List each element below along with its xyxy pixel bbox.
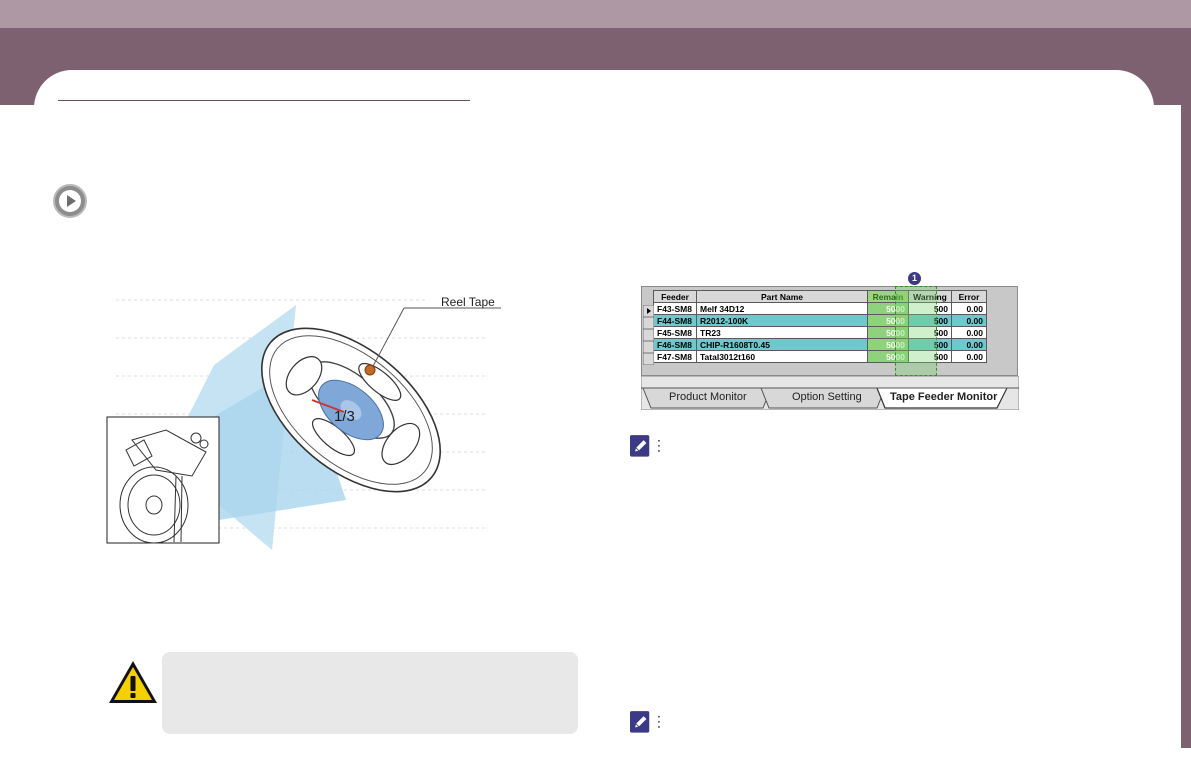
warning-box — [162, 652, 578, 734]
cell-error: 0.00 — [951, 314, 987, 327]
col-error[interactable]: Error — [951, 290, 987, 303]
warning-icon — [109, 661, 157, 703]
cell-part: Melf 34D12 — [696, 302, 868, 315]
side-strip — [1181, 105, 1191, 748]
col-part-name[interactable]: Part Name — [696, 290, 868, 303]
cell-part: TR23 — [696, 326, 868, 339]
col-feeder[interactable]: Feeder — [653, 290, 697, 303]
cell-feeder: F44-SM8 — [653, 314, 697, 327]
cell-feeder: F43-SM8 — [653, 302, 697, 315]
play-icon[interactable] — [52, 183, 88, 219]
tab-tape-feeder-monitor[interactable]: Tape Feeder Monitor — [890, 391, 997, 403]
tape-feeder-grid: Feeder Part Name Remain Warning Error F4… — [641, 286, 1018, 376]
remain-highlight-box — [895, 286, 937, 376]
fraction-label: 1/3 — [334, 408, 355, 425]
note-icon — [630, 711, 660, 733]
cell-error: 0.00 — [951, 326, 987, 339]
tab-option-setting[interactable]: Option Setting — [792, 391, 862, 403]
cell-error: 0.00 — [951, 302, 987, 315]
header-band-top — [0, 0, 1191, 28]
note-icon — [630, 435, 660, 457]
cell-part: R2012-100K — [696, 314, 868, 327]
cell-error: 0.00 — [951, 338, 987, 351]
cell-error: 0.00 — [951, 350, 987, 363]
row-selector-column — [643, 305, 654, 365]
cell-feeder: F47-SM8 — [653, 350, 697, 363]
cell-part: CHIP-R1608T0.45 — [696, 338, 868, 351]
cell-feeder: F46-SM8 — [653, 338, 697, 351]
tab-product-monitor[interactable]: Product Monitor — [669, 391, 747, 403]
reel-tape-illustration — [106, 299, 501, 550]
reel-tape-label: Reel Tape — [441, 295, 495, 309]
callout-badge: 1 — [908, 272, 921, 285]
title-underline — [58, 100, 470, 101]
cell-part: Tatal3012t160 — [696, 350, 868, 363]
cell-feeder: F45-SM8 — [653, 326, 697, 339]
